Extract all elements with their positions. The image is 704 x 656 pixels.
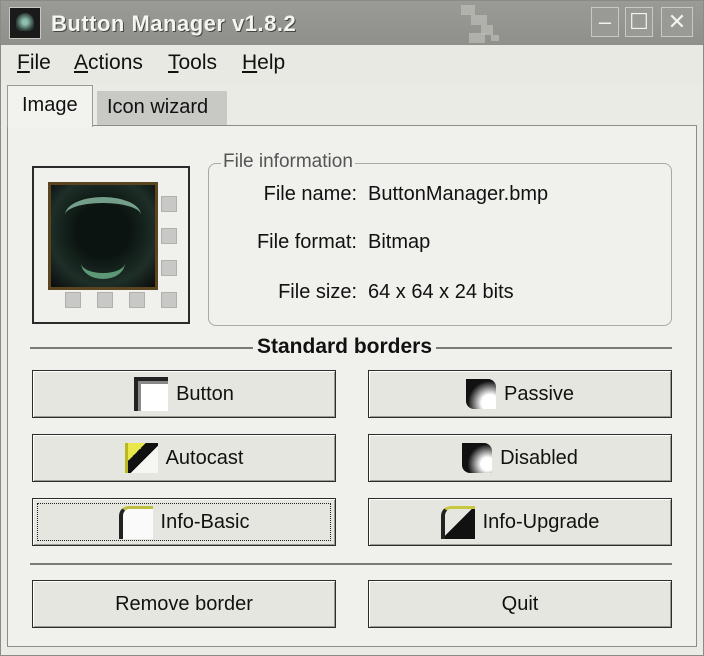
autocast-border-icon [124,443,158,473]
file-size-value: 64 x 64 x 24 bits [368,281,514,303]
file-format-label: File format: [256,231,357,253]
tab-image[interactable]: Image [7,85,93,127]
preview-grid-square [161,292,177,308]
preview-grid-square [97,292,113,308]
info-upgrade-border-button[interactable]: Info-Upgrade [368,498,672,546]
menu-tools-label: ools [178,51,218,74]
menu-help[interactable]: Help [242,51,285,75]
tab-icon-wizard[interactable]: Icon wizard [97,91,227,125]
info-basic-border-button[interactable]: Info-Basic [32,498,336,546]
preview-grid-square [129,292,145,308]
preview-grid-square [161,260,177,276]
image-preview [32,166,190,324]
menu-help-label: elp [257,51,286,74]
info-basic-border-icon [118,505,153,539]
app-icon[interactable] [9,7,41,39]
disabled-border-label: Disabled [500,446,578,469]
file-format-value: Bitmap [368,231,431,253]
menu-file[interactable]: File [17,51,51,75]
preview-grid-square [65,292,81,308]
button-border-button[interactable]: Button [32,370,336,418]
disabled-border-icon [462,443,493,473]
autocast-border-label: Autocast [165,446,244,469]
preview-grid-square [161,228,177,244]
title-bar[interactable]: Button Manager v1.8.2 – ☐ ✕ [1,1,703,45]
menu-tools[interactable]: Tools [168,51,217,75]
menu-help-accel: H [242,51,258,74]
preview-image [48,182,158,290]
button-border-icon [134,377,169,411]
file-name-value: ButtonManager.bmp [368,183,549,205]
info-upgrade-border-icon [440,505,475,539]
info-upgrade-border-label: Info-Upgrade [482,510,600,533]
menu-actions[interactable]: Actions [74,51,143,75]
info-basic-border-label: Info-Basic [160,510,250,533]
window-title: Button Manager v1.8.2 [51,11,297,36]
remove-border-button[interactable]: Remove border [32,580,336,628]
file-size-label: File size: [278,281,357,303]
minimize-button[interactable]: – [591,7,619,37]
maximize-button[interactable]: ☐ [625,7,653,37]
passive-border-icon [465,379,496,409]
menu-tools-accel: T [168,51,179,74]
passive-border-label: Passive [503,382,575,405]
button-border-label: Button [176,382,234,405]
actions-divider [30,563,672,565]
file-name-label: File name: [263,183,357,205]
autocast-border-button[interactable]: Autocast [32,434,336,482]
preview-grid-square [161,196,177,212]
titlebar-decoration [451,3,541,43]
app-window: Button Manager v1.8.2 – ☐ ✕ File Actions… [0,0,704,656]
menu-file-accel: F [17,51,30,74]
quit-button[interactable]: Quit [368,580,672,628]
file-information-legend: File information [221,151,355,173]
standard-borders-title: Standard borders [253,335,437,359]
menu-actions-accel: A [74,51,89,74]
menu-file-label: ile [29,51,51,74]
disabled-border-button[interactable]: Disabled [368,434,672,482]
close-button[interactable]: ✕ [661,7,693,37]
passive-border-button[interactable]: Passive [368,370,672,418]
menu-bar: File Actions Tools Help [1,45,703,83]
menu-actions-label: ctions [88,51,143,74]
